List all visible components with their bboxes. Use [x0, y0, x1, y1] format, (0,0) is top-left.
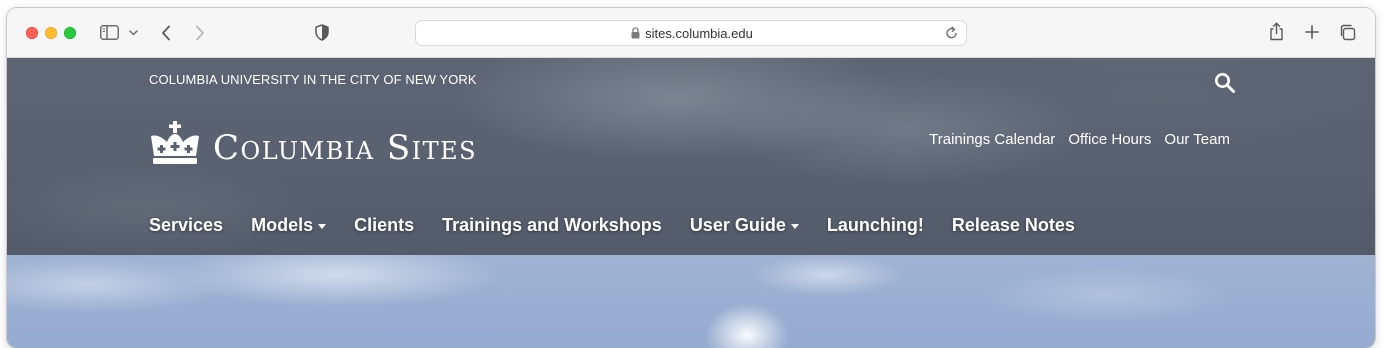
nav-item-label: User Guide — [689, 215, 786, 235]
nav-item-label: Launching! — [826, 215, 924, 235]
website: COLUMBIA UNIVERSITY IN THE CITY OF NEW Y… — [7, 58, 1375, 348]
nav-item-services[interactable]: Services — [149, 215, 223, 236]
nav-item-label: Trainings and Workshops — [442, 215, 662, 235]
address-bar[interactable]: sites.columbia.edu — [415, 20, 967, 46]
university-name-link[interactable]: COLUMBIA UNIVERSITY IN THE CITY OF NEW Y… — [149, 72, 477, 87]
columbia-crown-logo-icon[interactable] — [149, 121, 201, 167]
reload-icon[interactable] — [945, 26, 958, 40]
nav-item-clients[interactable]: Clients — [354, 215, 414, 236]
nav-item-release-notes[interactable]: Release Notes — [952, 215, 1075, 236]
utility-link-office-hours[interactable]: Office Hours — [1068, 131, 1151, 148]
nav-item-label: Clients — [354, 215, 415, 235]
chevron-down-icon[interactable] — [129, 30, 138, 36]
share-icon[interactable] — [1269, 22, 1284, 41]
nav-item-launching[interactable]: Launching! — [827, 215, 924, 236]
browser-toolbar: sites.columbia.edu — [7, 8, 1375, 58]
nav-item-label: Release Notes — [951, 215, 1075, 235]
privacy-shield-icon[interactable] — [315, 24, 329, 41]
new-tab-icon[interactable] — [1305, 25, 1319, 39]
zoom-window-button[interactable] — [64, 27, 76, 39]
minimize-window-button[interactable] — [45, 27, 57, 39]
site-logo-text[interactable]: Columbia Sites — [213, 131, 477, 165]
close-window-button[interactable] — [26, 27, 38, 39]
back-icon[interactable] — [161, 25, 171, 41]
utility-link-our-team[interactable]: Our Team — [1164, 131, 1230, 148]
search-icon[interactable] — [1214, 72, 1236, 94]
sidebar-icon[interactable] — [100, 25, 119, 40]
browser-window: sites.columbia.edu COLUMBIA UNIVERSITY I… — [7, 8, 1375, 348]
caret-down-icon — [318, 224, 327, 229]
utility-link-trainings-calendar[interactable]: Trainings Calendar — [929, 131, 1055, 148]
url-text: sites.columbia.edu — [645, 26, 753, 41]
hero-sky-image — [7, 255, 1375, 348]
caret-down-icon — [790, 224, 799, 229]
nav-item-user-guide[interactable]: User Guide — [690, 215, 799, 236]
nav-item-label: Models — [251, 215, 314, 235]
nav-item-models[interactable]: Models — [251, 215, 327, 236]
utility-nav: Trainings Calendar Office Hours Our Team — [929, 131, 1230, 148]
nav-item-trainings-and-workshops[interactable]: Trainings and Workshops — [442, 215, 662, 236]
main-nav: Services Models Clients Trainings and Wo… — [149, 215, 1103, 236]
nav-item-label: Services — [149, 215, 224, 235]
tabs-overview-icon[interactable] — [1339, 24, 1356, 41]
forward-icon[interactable] — [195, 25, 205, 41]
site-header: COLUMBIA UNIVERSITY IN THE CITY OF NEW Y… — [7, 58, 1375, 255]
